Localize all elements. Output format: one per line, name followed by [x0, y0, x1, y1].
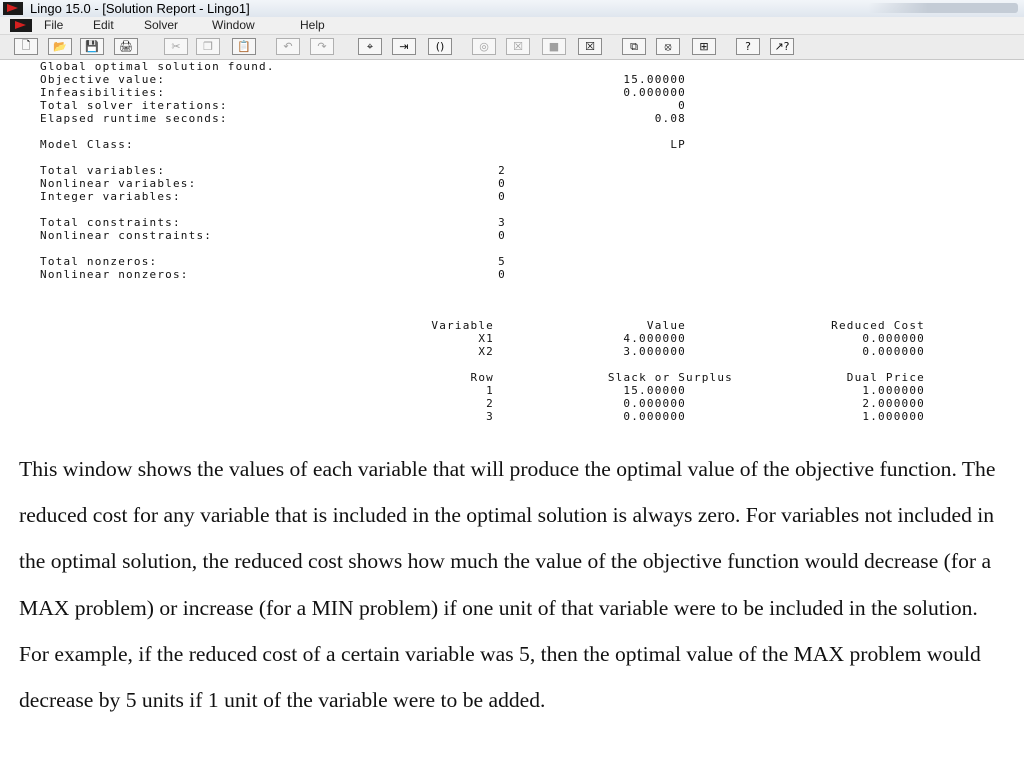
menu-edit[interactable]: Edit	[93, 17, 114, 34]
context-help-icon[interactable]: ↗?	[770, 38, 794, 55]
row-dual-price: 2.000000	[862, 397, 925, 410]
variable-name: X2	[478, 345, 494, 358]
menu-window[interactable]: Window	[212, 17, 255, 34]
save-icon[interactable]: 💾	[80, 38, 104, 55]
menu-bar: File Edit Solver Window Help	[0, 17, 1024, 35]
window-title: Lingo 15.0 - [Solution Report - Lingo1]	[30, 1, 250, 16]
variable-reduced-cost: 0.000000	[862, 332, 925, 345]
variable-name: X1	[478, 332, 494, 345]
paste-icon[interactable]: 📋	[232, 38, 256, 55]
toolbar: 🗋 📂 💾 🖨 ✂ ❐ 📋 ↶ ↷ ⌖ ⇥ () ◎ ☒ ■ ☒ ⧉ ⦻ ⊞ ?…	[0, 35, 1024, 60]
nonlinear-variables-label: Nonlinear variables:	[40, 177, 197, 190]
variable-value: 4.000000	[623, 332, 686, 345]
matrix-picture-icon[interactable]: ■	[542, 38, 566, 55]
model-class-value: LP	[670, 138, 686, 151]
row-column-header: Row	[470, 371, 494, 384]
redo-icon[interactable]: ↷	[310, 38, 334, 55]
runtime-label: Elapsed runtime seconds:	[40, 112, 228, 125]
solution-icon[interactable]: ☒	[506, 38, 530, 55]
solver-iterations-value: 0	[678, 99, 686, 112]
objective-value: 15.00000	[623, 73, 686, 86]
row-dual-price: 1.000000	[862, 384, 925, 397]
row-number: 2	[486, 397, 494, 410]
copy-icon[interactable]: ❐	[196, 38, 220, 55]
integer-variables-label: Integer variables:	[40, 190, 181, 203]
dual-price-column-header: Dual Price	[846, 371, 925, 384]
explanation-text: This window shows the values of each var…	[19, 457, 996, 713]
variable-column-header: Variable	[431, 319, 494, 332]
send-to-back-icon[interactable]: ⧉	[622, 38, 646, 55]
menu-solver[interactable]: Solver	[144, 17, 178, 34]
infeasibilities-value: 0.000000	[623, 86, 686, 99]
close-all-icon[interactable]: ☒	[578, 38, 602, 55]
help-icon[interactable]: ?	[736, 38, 760, 55]
menu-help[interactable]: Help	[300, 17, 325, 34]
tile-icon[interactable]: ⊞	[692, 38, 716, 55]
row-slack-value: 0.000000	[623, 410, 686, 423]
solve-icon[interactable]: ◎	[472, 38, 496, 55]
row-number: 1	[486, 384, 494, 397]
row-slack-value: 15.00000	[623, 384, 686, 397]
nonlinear-constraints-label: Nonlinear constraints:	[40, 229, 213, 242]
report-status: Global optimal solution found.	[40, 60, 275, 73]
total-constraints-value: 3	[498, 216, 506, 229]
cut-icon[interactable]: ✂	[164, 38, 188, 55]
nonlinear-variables-value: 0	[498, 177, 506, 190]
undo-icon[interactable]: ↶	[276, 38, 300, 55]
document-window-icon[interactable]	[10, 19, 32, 32]
total-nonzeros-value: 5	[498, 255, 506, 268]
runtime-value: 0.08	[654, 112, 686, 125]
nonlinear-nonzeros-value: 0	[498, 268, 506, 281]
integer-variables-value: 0	[498, 190, 506, 203]
total-nonzeros-label: Total nonzeros:	[40, 255, 158, 268]
goto-line-icon[interactable]: ⇥	[392, 38, 416, 55]
row-slack-value: 0.000000	[623, 397, 686, 410]
total-variables-value: 2	[498, 164, 506, 177]
menu-file[interactable]: File	[44, 17, 63, 34]
solution-report[interactable]: Global optimal solution found. Objective…	[0, 60, 1024, 452]
find-icon[interactable]: ⌖	[358, 38, 382, 55]
model-class-label: Model Class:	[40, 138, 134, 151]
total-constraints-label: Total constraints:	[40, 216, 181, 229]
reduced-cost-column-header: Reduced Cost	[831, 319, 925, 332]
close-window-icon[interactable]: ⦻	[656, 38, 680, 55]
nonlinear-constraints-value: 0	[498, 229, 506, 242]
row-number: 3	[486, 410, 494, 423]
lingo-app-icon[interactable]	[3, 2, 23, 15]
infeasibilities-label: Infeasibilities:	[40, 86, 166, 99]
solver-iterations-label: Total solver iterations:	[40, 99, 228, 112]
open-folder-icon[interactable]: 📂	[48, 38, 72, 55]
total-variables-label: Total variables:	[40, 164, 166, 177]
variable-value: 3.000000	[623, 345, 686, 358]
match-paren-icon[interactable]: ()	[428, 38, 452, 55]
row-dual-price: 1.000000	[862, 410, 925, 423]
new-file-icon[interactable]: 🗋	[14, 38, 38, 55]
variable-reduced-cost: 0.000000	[862, 345, 925, 358]
slack-surplus-column-header: Slack or Surplus	[607, 371, 733, 384]
nonlinear-nonzeros-label: Nonlinear nonzeros:	[40, 268, 189, 281]
value-column-header: Value	[646, 319, 686, 332]
window-controls[interactable]	[868, 3, 1018, 13]
title-bar[interactable]: Lingo 15.0 - [Solution Report - Lingo1]	[0, 0, 1024, 18]
objective-value-label: Objective value:	[40, 73, 166, 86]
print-icon[interactable]: 🖨	[114, 38, 138, 55]
